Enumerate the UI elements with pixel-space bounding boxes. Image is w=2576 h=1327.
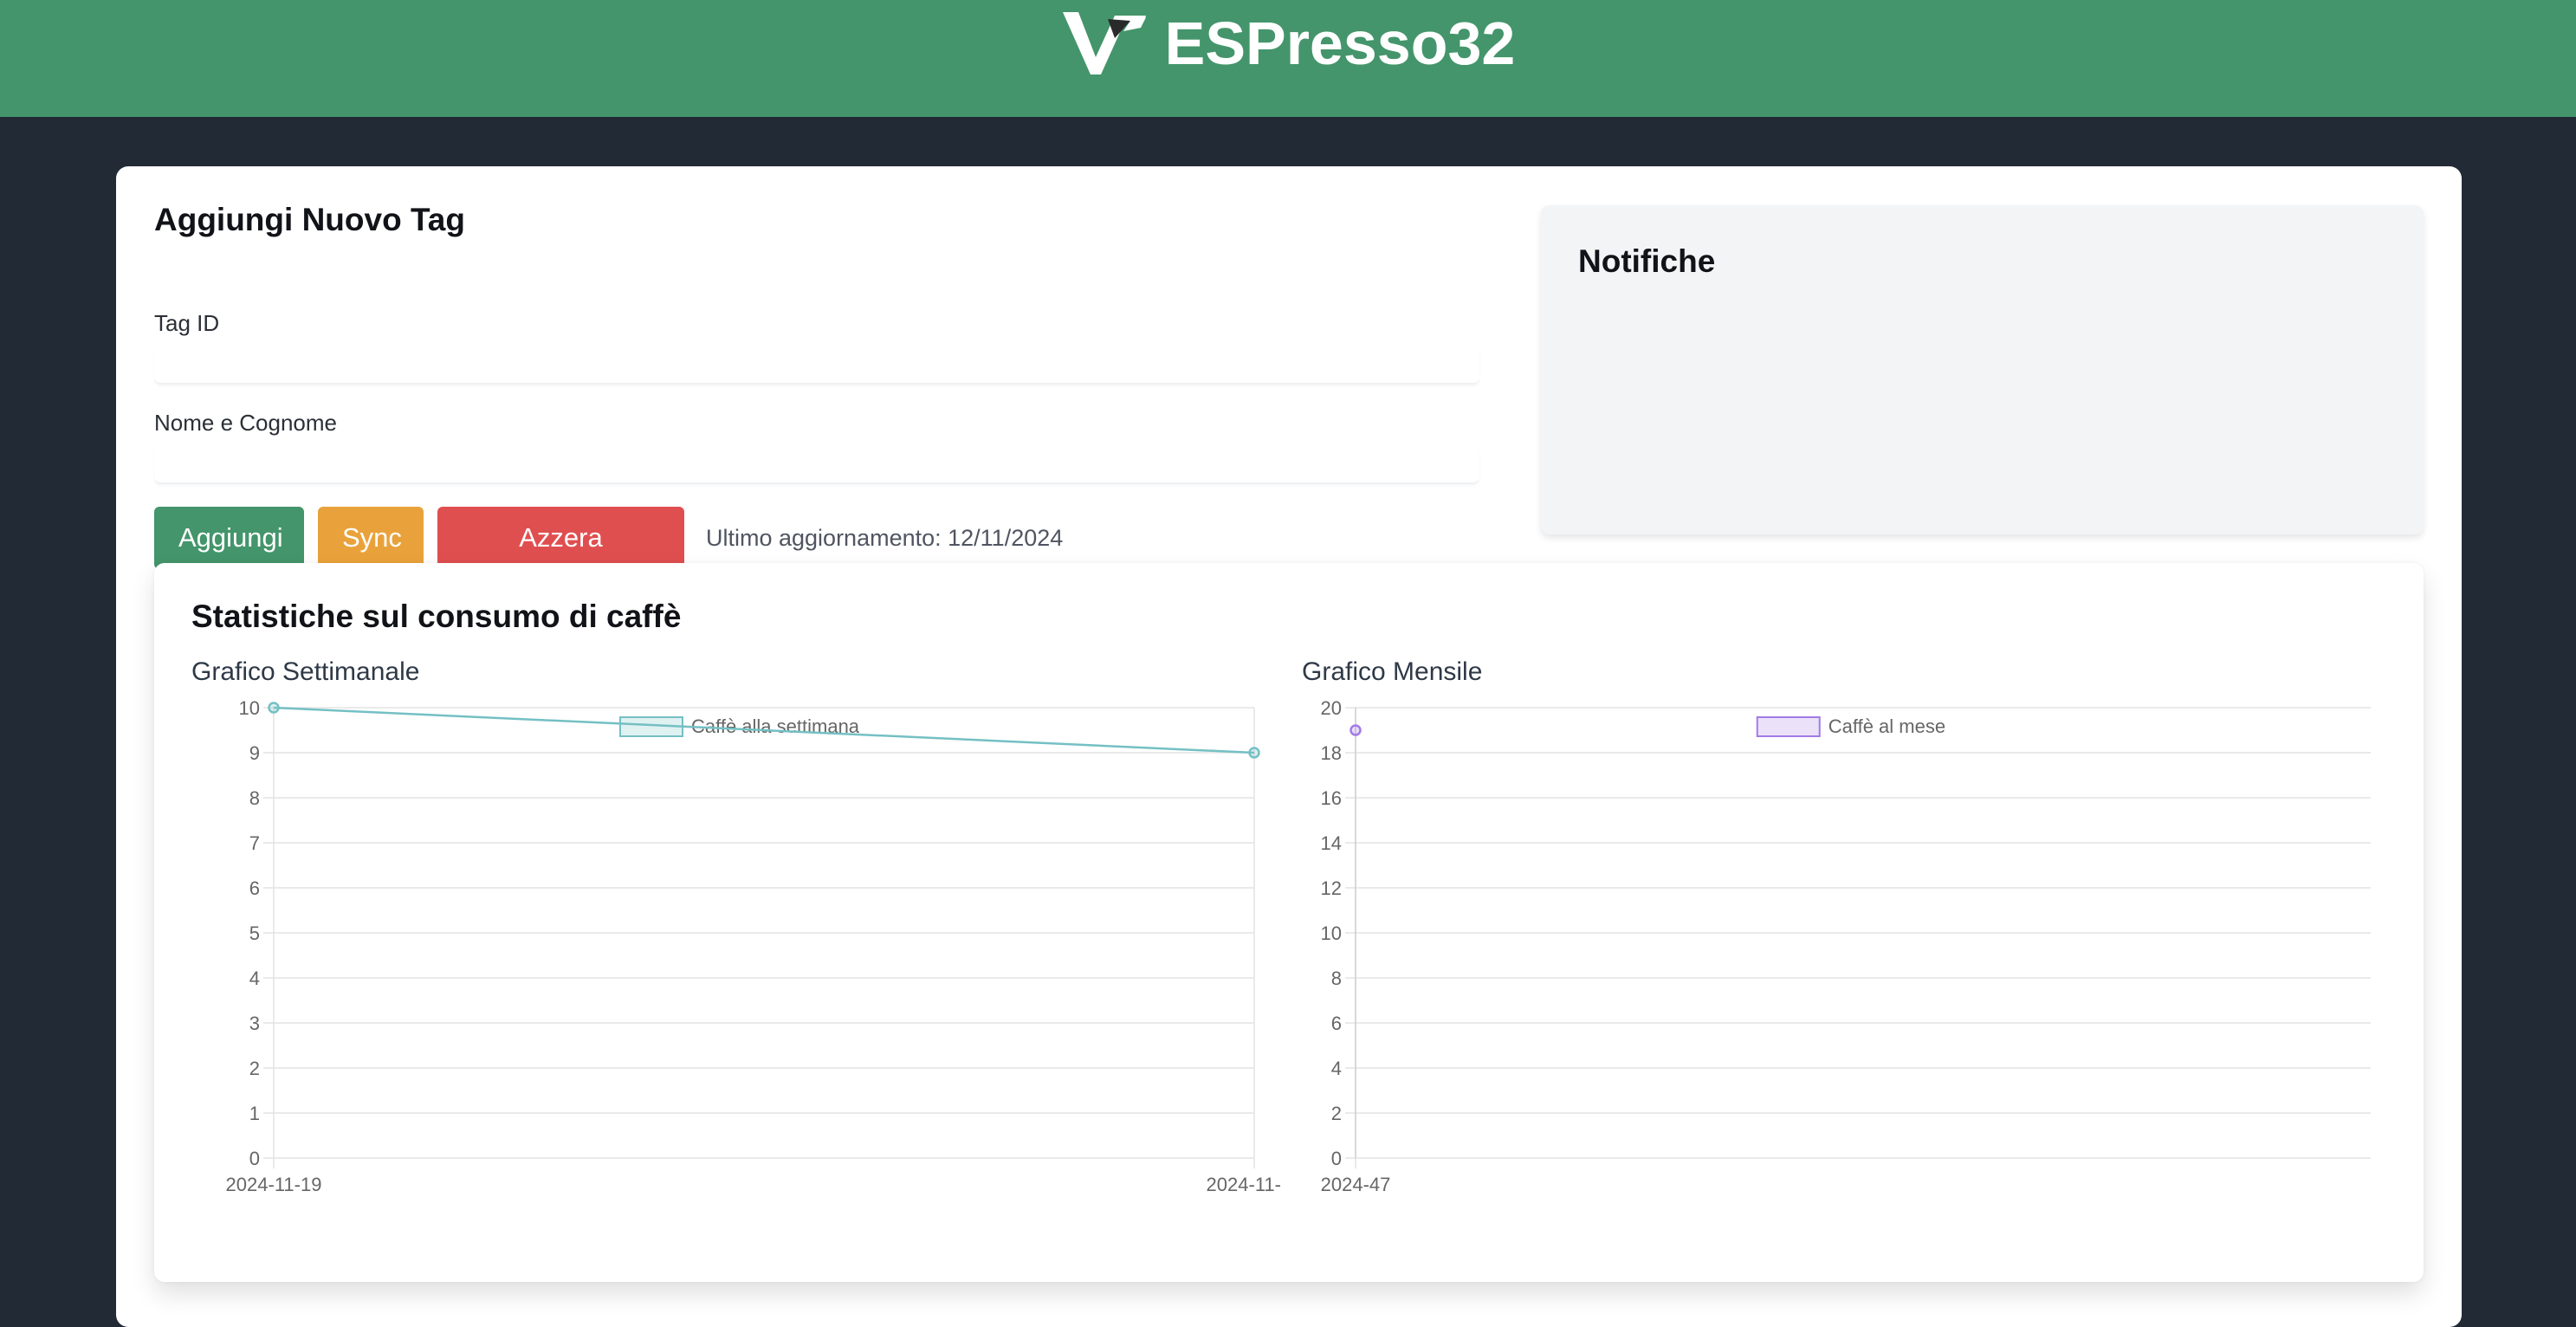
y-tick-label: 6 <box>1331 1013 1342 1034</box>
y-tick-label: 6 <box>249 877 260 899</box>
espresso32-logo-icon <box>1062 12 1146 74</box>
y-tick-label: 10 <box>239 697 260 719</box>
stats-card: Statistiche sul consumo di caffè Grafico… <box>154 563 2424 1282</box>
brand: ESPresso32 <box>1061 9 1516 78</box>
y-tick-label: 0 <box>1331 1148 1342 1169</box>
y-tick-label: 5 <box>249 922 260 944</box>
y-tick-label: 2 <box>1331 1103 1342 1124</box>
sync-button[interactable]: Sync <box>318 507 424 569</box>
y-tick-label: 16 <box>1321 787 1342 809</box>
y-tick-label: 3 <box>249 1013 260 1034</box>
legend-swatch <box>1756 716 1821 737</box>
app-title: ESPresso32 <box>1164 10 1516 77</box>
y-tick-label: 18 <box>1321 742 1342 764</box>
y-tick-label: 4 <box>1331 1058 1342 1079</box>
y-tick-label: 20 <box>1321 697 1342 719</box>
data-point <box>268 702 280 714</box>
y-tick-label: 12 <box>1321 877 1342 899</box>
last-update-text: Ultimo aggiornamento: 12/11/2024 <box>706 525 1064 551</box>
add-tag-title: Aggiungi Nuovo Tag <box>154 202 465 237</box>
y-tick-label: 2 <box>249 1058 260 1079</box>
reset-count-button[interactable]: Azzera conteggio <box>437 507 684 615</box>
monthly-chart-title: Grafico Mensile <box>1302 657 1483 686</box>
y-tick-label: 10 <box>1321 922 1342 944</box>
x-tick-label: 2024-11-19 <box>226 1174 322 1195</box>
series-line <box>273 706 1255 754</box>
y-tick-label: 4 <box>249 968 260 989</box>
data-point <box>1248 747 1260 759</box>
y-tick-label: 0 <box>249 1148 260 1169</box>
add-button[interactable]: Aggiungi <box>154 507 304 569</box>
x-tick-label: 2024-11-20 <box>1207 1174 1280 1195</box>
name-input[interactable] <box>154 446 1479 484</box>
y-tick-label: 8 <box>1331 968 1342 989</box>
add-tag-form: Aggiungi Nuovo Tag Tag ID Nome e Cognome… <box>154 201 1479 615</box>
y-tick-label: 8 <box>249 787 260 809</box>
y-tick-label: 9 <box>249 742 260 764</box>
notifications-panel: Notifiche <box>1541 205 2424 534</box>
stats-title: Statistiche sul consumo di caffè <box>191 599 682 634</box>
y-tick-label: 7 <box>249 832 260 854</box>
legend-label: Caffè al mese <box>1828 715 1945 737</box>
y-tick-label: 14 <box>1321 832 1342 854</box>
weekly-chart-title: Grafico Settimanale <box>191 657 420 686</box>
tag-id-label: Tag ID <box>154 310 220 336</box>
tag-id-input[interactable] <box>154 346 1479 385</box>
weekly-chart: Caffè alla settimana0123456789102024-11-… <box>226 697 1280 1195</box>
monthly-chart: Caffè al mese 0 2 4 6 8 10 12 14 16 18 20 2024-47 <box>1321 697 2371 1195</box>
main-card: Aggiungi Nuovo Tag Tag ID Nome e Cognome… <box>116 166 2462 1327</box>
notifications-title: Notifiche <box>1578 243 1716 279</box>
name-label: Nome e Cognome <box>154 410 337 436</box>
chart-legend: Caffè al mese <box>1756 715 1945 737</box>
data-point <box>1349 724 1362 736</box>
y-tick-label: 1 <box>249 1103 260 1124</box>
app-header: ESPresso32 <box>0 0 2576 117</box>
x-tick-label: 2024-47 <box>1321 1174 1391 1195</box>
